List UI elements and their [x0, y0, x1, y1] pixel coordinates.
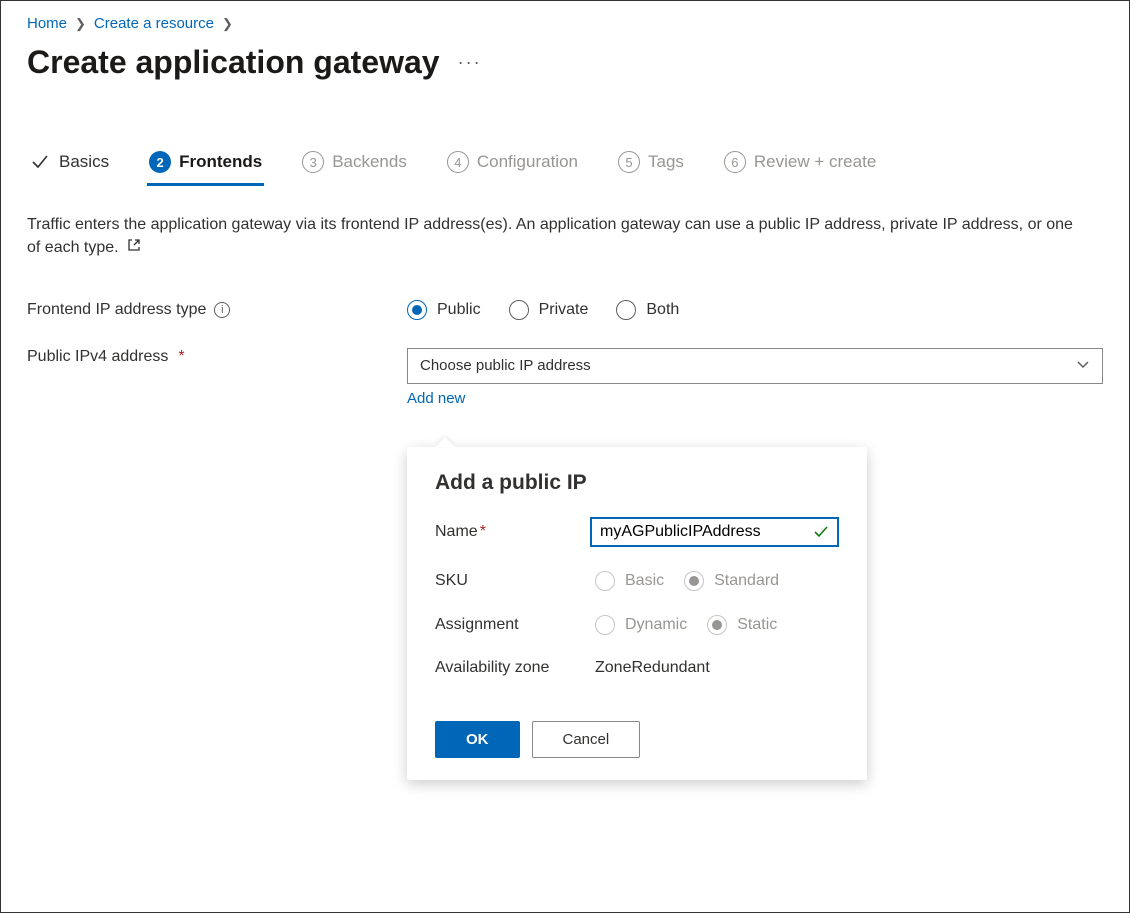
chevron-right-icon: ❯ — [75, 16, 86, 32]
popover-assignment-label: Assignment — [435, 616, 595, 634]
tab-configuration[interactable]: 4 Configuration — [445, 145, 580, 185]
radio-label: Dynamic — [625, 616, 687, 634]
radio-assignment-static: Static — [707, 615, 777, 635]
tab-frontends-label: Frontends — [179, 152, 262, 172]
label-text: Name — [435, 523, 478, 540]
radio-icon — [707, 615, 727, 635]
radio-both-label: Both — [646, 301, 679, 319]
tab-configuration-label: Configuration — [477, 152, 578, 172]
dropdown-placeholder: Choose public IP address — [420, 357, 591, 374]
radio-sku-standard: Standard — [684, 571, 779, 591]
name-input-wrapper — [590, 517, 839, 547]
breadcrumb-home[interactable]: Home — [27, 15, 67, 32]
tab-backends[interactable]: 3 Backends — [300, 145, 409, 185]
radio-icon — [595, 571, 615, 591]
tab-basics-label: Basics — [59, 152, 109, 172]
add-new-link[interactable]: Add new — [407, 390, 465, 407]
radio-icon — [595, 615, 615, 635]
radio-public[interactable]: Public — [407, 300, 481, 320]
sku-radio-group: Basic Standard — [595, 571, 839, 591]
frontend-ip-type-label: Frontend IP address type i — [27, 301, 407, 319]
popover-assignment-row: Assignment Dynamic Static — [435, 615, 839, 635]
radio-icon — [509, 300, 529, 320]
public-ip-dropdown[interactable]: Choose public IP address — [407, 348, 1103, 384]
external-link-icon[interactable] — [127, 236, 141, 259]
radio-icon — [616, 300, 636, 320]
tab-backends-label: Backends — [332, 152, 407, 172]
info-icon[interactable]: i — [214, 302, 230, 318]
tab-basics[interactable]: Basics — [27, 145, 111, 185]
public-ipv4-row: Public IPv4 address * Choose public IP ad… — [27, 348, 1103, 407]
chevron-down-icon — [1076, 357, 1090, 375]
tab-tags[interactable]: 5 Tags — [616, 145, 686, 185]
cancel-button[interactable]: Cancel — [532, 721, 641, 758]
page-title-row: Create application gateway ··· — [27, 44, 1103, 81]
tab-review-label: Review + create — [754, 152, 876, 172]
radio-private-label: Private — [539, 301, 589, 319]
public-ip-name-input[interactable] — [600, 523, 807, 541]
assignment-radio-group: Dynamic Static — [595, 615, 839, 635]
frontend-ip-type-row: Frontend IP address type i Public Privat… — [27, 300, 1103, 320]
label-text: Public IPv4 address — [27, 348, 168, 366]
popover-name-row: Name* — [435, 517, 839, 547]
chevron-right-icon: ❯ — [222, 16, 233, 32]
breadcrumb: Home ❯ Create a resource ❯ — [27, 15, 1103, 32]
tab-frontends[interactable]: 2 Frontends — [147, 145, 264, 185]
label-text: Frontend IP address type — [27, 301, 206, 319]
required-asterisk: * — [178, 348, 184, 366]
checkmark-icon — [29, 151, 51, 173]
step-number-5-icon: 5 — [618, 151, 640, 173]
popover-availability-label: Availability zone — [435, 659, 595, 677]
ok-button[interactable]: OK — [435, 721, 520, 758]
tab-review-create[interactable]: 6 Review + create — [722, 145, 878, 185]
required-asterisk: * — [480, 523, 486, 540]
public-ipv4-label: Public IPv4 address * — [27, 348, 407, 366]
description-text: Traffic enters the application gateway v… — [27, 216, 1073, 256]
wizard-tabs: Basics 2 Frontends 3 Backends 4 Configur… — [27, 145, 1103, 185]
popover-button-row: OK Cancel — [435, 721, 839, 758]
radio-icon — [684, 571, 704, 591]
tab-tags-label: Tags — [648, 152, 684, 172]
radio-label: Standard — [714, 572, 779, 590]
frontends-description: Traffic enters the application gateway v… — [27, 213, 1087, 260]
add-public-ip-popover: Add a public IP Name* SKU Basic — [407, 447, 867, 780]
popover-sku-label: SKU — [435, 572, 595, 590]
radio-label: Basic — [625, 572, 664, 590]
radio-icon — [407, 300, 427, 320]
popover-availability-row: Availability zone ZoneRedundant — [435, 659, 839, 677]
radio-private[interactable]: Private — [509, 300, 589, 320]
radio-label: Static — [737, 616, 777, 634]
popover-sku-row: SKU Basic Standard — [435, 571, 839, 591]
popover-title: Add a public IP — [435, 471, 839, 495]
breadcrumb-create-resource[interactable]: Create a resource — [94, 15, 214, 32]
step-number-2-icon: 2 — [149, 151, 171, 173]
radio-both[interactable]: Both — [616, 300, 679, 320]
radio-sku-basic: Basic — [595, 571, 664, 591]
frontend-ip-type-radio-group: Public Private Both — [407, 300, 1103, 320]
step-number-3-icon: 3 — [302, 151, 324, 173]
popover-name-label: Name* — [435, 523, 590, 541]
valid-check-icon — [813, 524, 829, 540]
radio-assignment-dynamic: Dynamic — [595, 615, 687, 635]
step-number-6-icon: 6 — [724, 151, 746, 173]
radio-public-label: Public — [437, 301, 481, 319]
page-title: Create application gateway — [27, 44, 440, 81]
step-number-4-icon: 4 — [447, 151, 469, 173]
more-actions-icon[interactable]: ··· — [458, 52, 482, 73]
availability-zone-value: ZoneRedundant — [595, 659, 710, 676]
